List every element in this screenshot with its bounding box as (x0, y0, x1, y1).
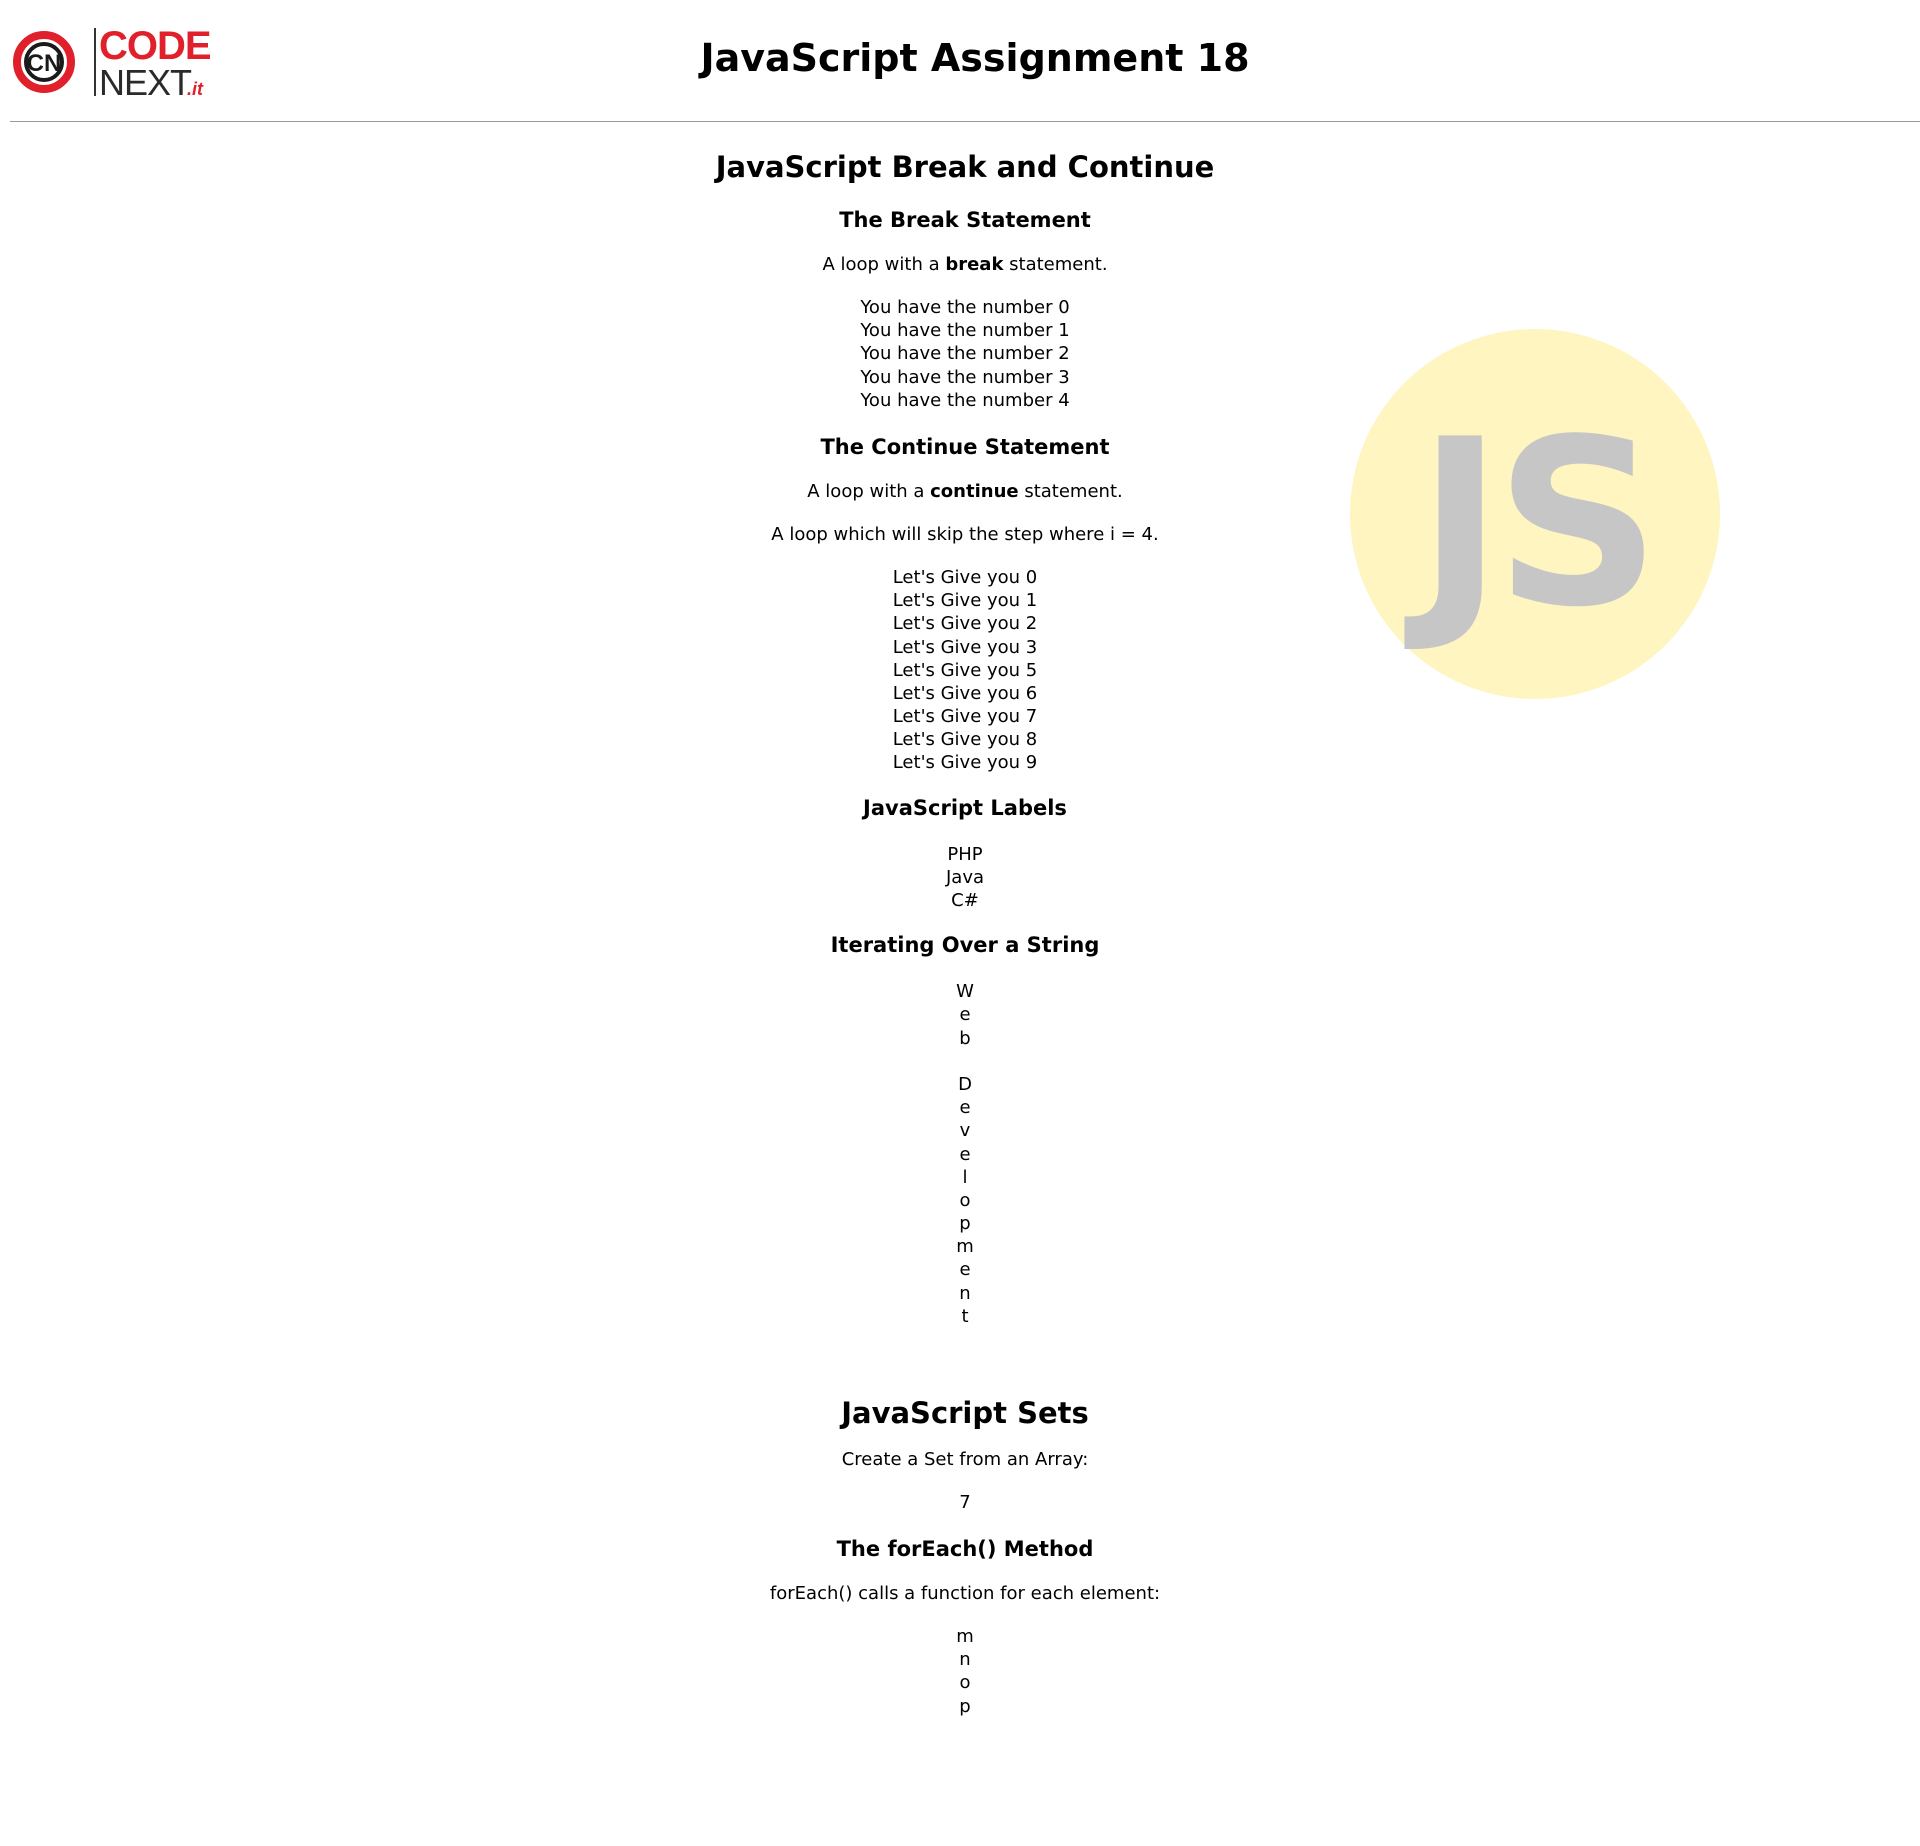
string-char: v (959, 1120, 971, 1142)
page-title: JavaScript Assignment 18 (700, 36, 1250, 80)
sets-heading: JavaScript Sets (841, 1396, 1089, 1430)
labels-output-line: C# (951, 890, 979, 911)
sets-description: Create a Set from an Array: (841, 1449, 1089, 1470)
break-output-line: You have the number 3 (860, 366, 1070, 388)
string-char: t (961, 1305, 969, 1327)
foreach-output: m n o p (0, 1625, 1920, 1718)
string-char: p (959, 1213, 971, 1235)
foreach-output-line: p (959, 1695, 971, 1717)
string-char: e (959, 1259, 971, 1281)
continue-description: A loop with a continue statement. (0, 480, 1920, 503)
string-char: n (959, 1282, 971, 1304)
break-description: A loop with a break statement. (0, 253, 1920, 276)
continue-output-line: Let's Give you 8 (892, 729, 1038, 751)
string-char: e (959, 1143, 971, 1165)
string-char: e (959, 1097, 971, 1119)
string-char: m (956, 1236, 974, 1258)
logo-it-suffix: .it (187, 79, 203, 99)
continue-output-line: Let's Give you 6 (892, 682, 1038, 704)
header-divider (10, 121, 1920, 122)
break-output: You have the number 0 You have the numbe… (0, 296, 1920, 412)
string-iteration-output: W e b D e v e l o p m e n t (0, 980, 1920, 1328)
page-header: CN CODE NEXT .it JavaScript Assignment 1… (0, 0, 1920, 124)
break-continue-section: JavaScript Break and Continue The Break … (0, 148, 1920, 1328)
string-iteration-heading: Iterating Over a String (830, 933, 1100, 958)
continue-output-line: Let's Give you 1 (892, 590, 1038, 612)
string-char: e (959, 1004, 971, 1026)
foreach-output-line: o (959, 1672, 971, 1694)
break-desc-post: statement. (1003, 254, 1108, 275)
continue-output-line: Let's Give you 9 (892, 752, 1038, 774)
string-char: o (959, 1189, 971, 1211)
continue-desc-pre: A loop with a (807, 480, 931, 502)
string-char: l (962, 1166, 968, 1188)
break-heading: The Break Statement (839, 208, 1091, 232)
foreach-output-line: m (956, 1626, 974, 1647)
labels-output-line: Java (945, 866, 985, 888)
string-char: D (958, 1073, 972, 1095)
string-char: b (959, 1027, 971, 1049)
break-output-line: You have the number 0 (860, 297, 1070, 318)
continue-output: Let's Give you 0 Let's Give you 1 Let's … (0, 566, 1920, 775)
continue-output-line: Let's Give you 0 (892, 566, 1038, 588)
continue-output-line: Let's Give you 3 (892, 636, 1038, 658)
labels-output-line: PHP (947, 843, 983, 865)
break-keyword: break (945, 254, 1004, 275)
break-output-line: You have the number 4 (860, 389, 1070, 411)
continue-output-line: Let's Give you 5 (892, 659, 1038, 681)
continue-keyword: continue (930, 480, 1019, 502)
break-desc-pre: A loop with a (822, 254, 946, 275)
continue-heading: The Continue Statement (820, 434, 1110, 459)
break-continue-heading: JavaScript Break and Continue (715, 150, 1215, 184)
labels-output: PHP Java C# (0, 843, 1920, 913)
string-char (0, 1050, 1920, 1073)
foreach-heading: The forEach() Method (836, 1537, 1094, 1561)
labels-heading: JavaScript Labels (863, 795, 1067, 820)
foreach-description: forEach() calls a function for each elem… (769, 1583, 1161, 1604)
sets-size-value: 7 (959, 1492, 971, 1513)
continue-desc-post: statement. (1018, 480, 1123, 502)
continue-output-line: Let's Give you 7 (892, 706, 1038, 728)
break-output-line: You have the number 2 (860, 343, 1070, 365)
sets-section: JavaScript Sets Create a Set from an Arr… (0, 1394, 1920, 1718)
string-char: W (956, 981, 974, 1003)
main-content: JavaScript Break and Continue The Break … (0, 148, 1920, 1718)
continue-note: A loop which will skip the step where i … (771, 523, 1159, 545)
foreach-output-line: n (959, 1649, 971, 1671)
break-output-line: You have the number 1 (860, 320, 1070, 342)
continue-output-line: Let's Give you 2 (892, 613, 1038, 635)
